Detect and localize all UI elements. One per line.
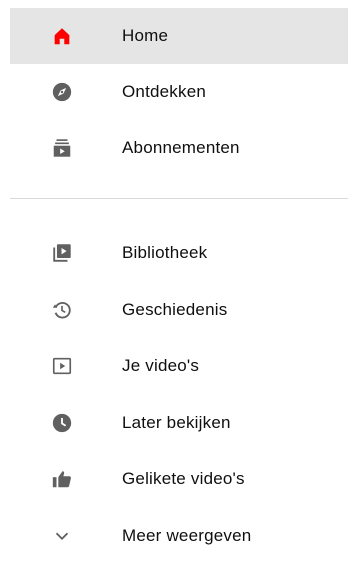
sidebar-item-label: Je video's [122,356,199,376]
watch-later-icon [50,411,74,435]
chevron-down-icon [50,524,74,548]
sidebar-item-label: Later bekijken [122,413,231,433]
sidebar-item-label: Home [122,26,168,46]
your-videos-icon [50,354,74,378]
sidebar: Home Ontdekken Abonnementen [0,0,348,529]
sidebar-item-label: Gelikete video's [122,469,245,489]
sidebar-item-geschiedenis[interactable]: Geschiedenis [10,282,348,339]
sidebar-item-bibliotheek[interactable]: Bibliotheek [10,225,348,282]
subscriptions-icon [50,136,74,160]
sidebar-item-label: Abonnementen [122,138,240,158]
section-divider [10,198,348,199]
compass-icon [50,80,74,104]
sidebar-primary-section: Home Ontdekken Abonnementen [0,8,348,176]
sidebar-item-label: Ontdekken [122,82,206,102]
sidebar-item-je-videos[interactable]: Je video's [10,338,348,395]
sidebar-item-later-bekijken[interactable]: Later bekijken [10,395,348,452]
history-icon [50,298,74,322]
sidebar-item-home[interactable]: Home [10,8,348,64]
sidebar-secondary-section: Bibliotheek Geschiedenis Je video's [0,225,348,564]
sidebar-item-gelikete-videos[interactable]: Gelikete video's [10,451,348,508]
sidebar-item-abonnementen[interactable]: Abonnementen [10,120,348,176]
thumbs-up-icon [50,467,74,491]
sidebar-item-label: Bibliotheek [122,243,207,263]
sidebar-item-label: Geschiedenis [122,300,227,320]
sidebar-item-ontdekken[interactable]: Ontdekken [10,64,348,120]
home-icon [50,24,74,48]
library-icon [50,241,74,265]
sidebar-item-meer-weergeven[interactable]: Meer weergeven [10,508,348,564]
